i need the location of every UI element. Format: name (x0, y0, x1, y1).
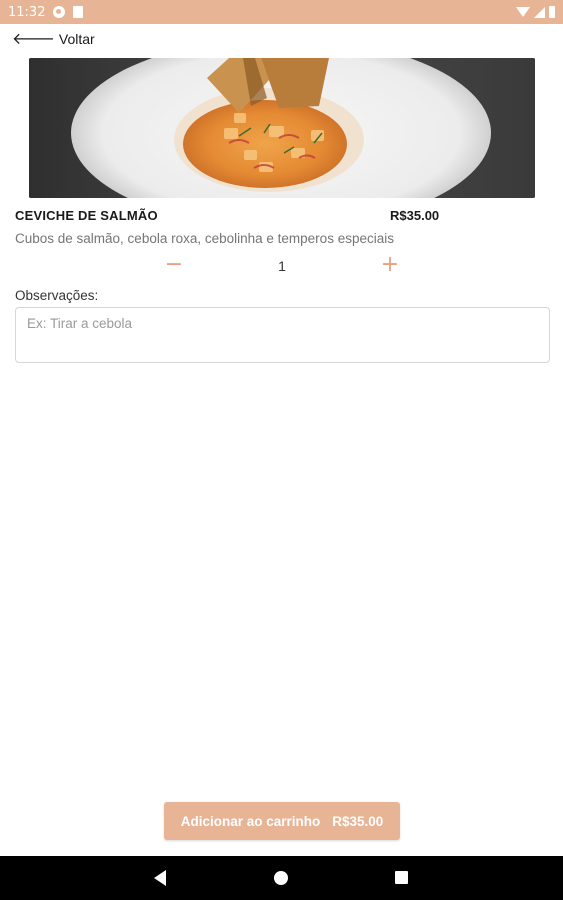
back-button[interactable]: 🡐 Voltar (12, 29, 95, 48)
dish-price: R$35.00 (390, 208, 440, 223)
signal-icon (534, 6, 545, 18)
sim-card-icon (73, 6, 84, 18)
status-right (516, 6, 555, 18)
status-left: 11:32 (8, 4, 84, 20)
quantity-value: 1 (278, 258, 286, 274)
notes-field[interactable] (15, 307, 550, 363)
status-bar: 11:32 (0, 0, 563, 24)
notification-icon (53, 6, 66, 18)
home-circle-icon[interactable] (274, 871, 288, 885)
decrease-quantity-button[interactable]: − (164, 253, 184, 277)
arrow-left-icon: 🡐 (12, 29, 55, 48)
wifi-icon (516, 7, 530, 17)
system-nav-bar (0, 856, 563, 900)
dish-image (29, 58, 535, 198)
increase-quantity-button[interactable]: + (380, 253, 400, 277)
add-to-cart-price: R$35.00 (332, 813, 384, 829)
battery-icon (549, 6, 555, 18)
status-time: 11:32 (8, 4, 46, 20)
recents-square-icon[interactable] (395, 871, 408, 884)
notes-label: Observações: (15, 288, 99, 303)
back-label: Voltar (58, 31, 95, 47)
dish-description: Cubos de salmão, cebola roxa, cebolinha … (15, 231, 394, 246)
dish-name: CEVICHE DE SALMÃO (15, 208, 158, 223)
back-triangle-icon[interactable] (154, 870, 166, 886)
add-to-cart-button[interactable]: Adicionar ao carrinho R$35.00 (164, 802, 400, 840)
add-to-cart-label: Adicionar ao carrinho (180, 813, 321, 829)
